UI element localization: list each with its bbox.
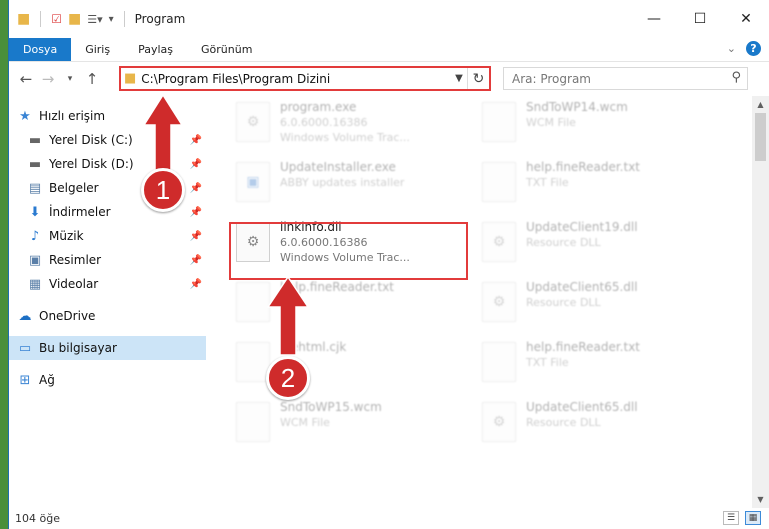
step-1-badge: 1 bbox=[141, 168, 185, 212]
annotation-arrow-1 bbox=[142, 93, 310, 356]
step-2-badge: 2 bbox=[266, 356, 310, 400]
